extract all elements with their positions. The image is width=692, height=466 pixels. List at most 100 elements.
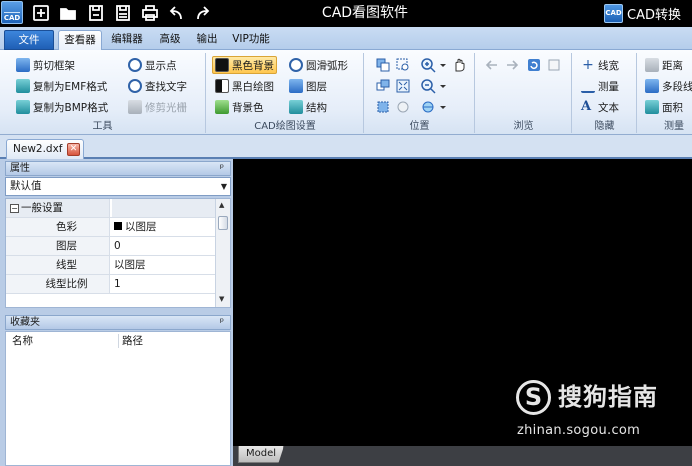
3d-view-icon[interactable] — [420, 99, 436, 115]
copy-bmp-button[interactable]: 复制为BMP格式 — [14, 98, 110, 116]
line-width-button[interactable]: + 线宽 — [579, 56, 621, 74]
scroll-up-icon[interactable]: ▲ — [219, 201, 224, 209]
zoom-in-icon[interactable] — [420, 57, 436, 73]
layout-tab-bar: Model — [233, 446, 692, 466]
open-folder-icon[interactable] — [58, 3, 78, 23]
properties-panel-title: 属性 — [10, 163, 30, 174]
group-hide: + 线宽 测量 A 文本 隐藏 — [573, 53, 637, 133]
group-position-label: 位置 — [409, 121, 430, 132]
show-points-button[interactable]: 显示点 — [126, 56, 179, 74]
black-white-drawing-icon — [215, 79, 229, 93]
smooth-arcs-icon — [289, 58, 303, 72]
watermark-url: zhinan.sogou.com — [517, 423, 641, 438]
cad-convert-label: CAD转换 — [627, 7, 681, 23]
structure-icon — [289, 100, 303, 114]
group-measure: 距离 多段线 面积 测量 — [638, 53, 692, 133]
measure-toggle-button[interactable]: 测量 — [579, 77, 621, 95]
menu-tab-bar: 文件 查看器 编辑器 高级 输出 VIP功能 — [0, 27, 692, 51]
smooth-arcs-button[interactable]: 圆滑弧形 — [287, 56, 350, 74]
cad-convert-button[interactable]: CAD CAD转换 — [604, 3, 681, 23]
undo-icon[interactable] — [166, 3, 186, 23]
group-tools: 剪切框架 显示点 复制为EMF格式 查找文字 复制为BMP格式 修剪光栅 工具 — [0, 53, 206, 133]
clip-frame-button[interactable]: 剪切框架 — [14, 56, 77, 74]
layers-button[interactable]: 图层 — [287, 77, 329, 95]
property-row-layer[interactable]: 图层 0 — [6, 237, 216, 256]
3d-view-dropdown-icon[interactable] — [435, 99, 446, 115]
collapse-icon[interactable]: − — [10, 204, 19, 213]
favorites-panel-title: 收藏夹 — [10, 317, 40, 328]
fit-extents-icon[interactable] — [395, 78, 411, 94]
property-row-linetype[interactable]: 线型 以图层 — [6, 256, 216, 275]
structure-button[interactable]: 结构 — [287, 98, 329, 116]
next-page-icon[interactable] — [504, 57, 520, 73]
trim-raster-icon — [128, 100, 142, 114]
zoom-rectangle-icon[interactable] — [395, 57, 411, 73]
save-as-icon[interactable] — [113, 3, 133, 23]
redo-icon[interactable] — [193, 3, 213, 23]
properties-panel-header: 属性 ᵖ — [5, 161, 231, 176]
document-tab-strip: New2.dxf ✕ — [0, 135, 692, 159]
copy-bmp-icon — [16, 100, 30, 114]
copy-emf-button[interactable]: 复制为EMF格式 — [14, 77, 109, 95]
sogou-logo-icon: S — [516, 380, 551, 415]
pan-hand-icon[interactable] — [451, 57, 467, 73]
tab-viewer[interactable]: 查看器 — [58, 30, 102, 51]
column-name-header[interactable]: 名称 — [12, 332, 33, 350]
zoom-out-dropdown-icon[interactable] — [435, 78, 446, 94]
app-logo-icon[interactable]: CAD — [1, 1, 23, 24]
properties-scrollbar[interactable]: ▲ ▼ — [215, 199, 230, 307]
group-position: 位置 — [365, 53, 475, 133]
distance-icon — [645, 58, 659, 72]
scroll-down-icon[interactable]: ▼ — [219, 295, 224, 303]
document-tab-label: New2.dxf — [13, 143, 63, 155]
properties-pin-icon[interactable]: ᵖ — [220, 162, 224, 175]
restore-view-icon[interactable] — [375, 78, 391, 94]
polyline-icon — [645, 79, 659, 93]
model-tab[interactable]: Model — [238, 446, 284, 463]
black-background-button[interactable]: 黑色背景 — [212, 56, 277, 74]
area-button[interactable]: 面积 — [643, 98, 685, 116]
find-text-button[interactable]: 查找文字 — [126, 77, 189, 95]
column-path-header[interactable]: 路径 — [122, 332, 143, 350]
ribbon: 剪切框架 显示点 复制为EMF格式 查找文字 复制为BMP格式 修剪光栅 工具 … — [0, 50, 692, 135]
background-color-button[interactable]: 背景色 — [213, 98, 266, 116]
tab-advanced[interactable]: 高级 — [154, 30, 186, 50]
tab-output[interactable]: 输出 — [192, 30, 222, 50]
distance-button[interactable]: 距离 — [643, 56, 685, 74]
scroll-thumb[interactable] — [218, 216, 228, 230]
zoom-in-dropdown-icon[interactable] — [435, 57, 446, 73]
tab-editor[interactable]: 编辑器 — [106, 30, 148, 50]
close-tab-icon[interactable]: ✕ — [67, 143, 80, 156]
properties-preset-select[interactable]: 默认值 ▼ — [5, 177, 231, 196]
tab-vip[interactable]: VIP功能 — [228, 30, 274, 50]
zoom-out-icon[interactable] — [420, 78, 436, 94]
favorites-column-header: 名称 路径 — [6, 332, 230, 350]
orbit-view-icon[interactable] — [395, 99, 411, 115]
polyline-button[interactable]: 多段线 — [643, 77, 692, 95]
cad-convert-icon: CAD — [604, 3, 623, 23]
new-icon[interactable] — [31, 3, 51, 23]
title-bar: CAD CAD看图软件 CAD CAD转换 — [0, 0, 692, 27]
property-key: 色彩 — [6, 218, 110, 236]
fit-window-icon[interactable] — [375, 57, 391, 73]
trim-raster-button[interactable]: 修剪光栅 — [126, 98, 189, 116]
document-tab[interactable]: New2.dxf ✕ — [6, 139, 84, 159]
favorites-list: 名称 路径 — [5, 331, 231, 466]
copy-view-icon[interactable] — [546, 57, 562, 73]
refresh-icon[interactable] — [526, 57, 542, 73]
print-icon[interactable] — [140, 3, 160, 23]
property-row-linetype-scale[interactable]: 线型比例 1 — [6, 275, 216, 294]
property-row-color[interactable]: 色彩 以图层 — [6, 218, 216, 237]
text-toggle-button[interactable]: A 文本 — [579, 98, 621, 116]
black-background-icon — [215, 58, 229, 72]
group-hide-label: 隐藏 — [594, 121, 615, 132]
text-toggle-icon: A — [581, 99, 592, 114]
tab-file[interactable]: 文件 — [4, 30, 54, 50]
property-category-row[interactable]: − 一般设置 — [6, 199, 216, 218]
previous-page-icon[interactable] — [484, 57, 500, 73]
favorites-pin-icon[interactable]: ᵖ — [220, 316, 224, 329]
save-icon[interactable] — [86, 3, 106, 23]
rotate-view-icon[interactable] — [375, 99, 391, 115]
black-white-drawing-button[interactable]: 黑白绘图 — [213, 77, 276, 95]
group-browse: 浏览 — [476, 53, 572, 133]
